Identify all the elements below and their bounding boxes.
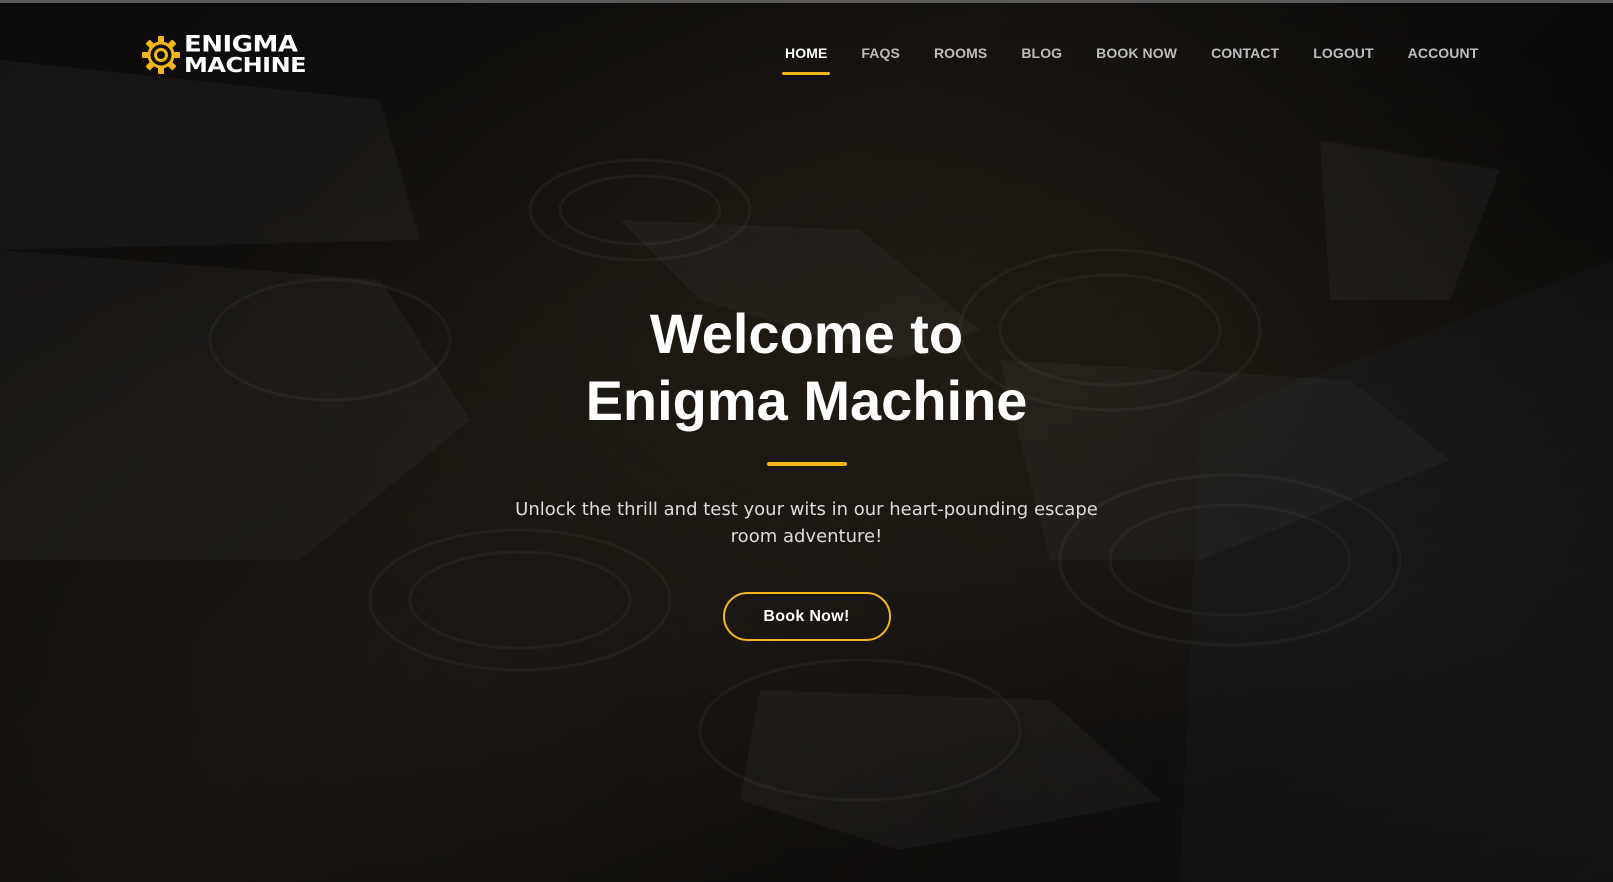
nav-rooms[interactable]: ROOMS xyxy=(934,45,987,61)
nav-contact[interactable]: CONTACT xyxy=(1211,45,1279,61)
nav-book-now[interactable]: BOOK NOW xyxy=(1096,45,1177,61)
top-border xyxy=(0,0,1613,3)
title-divider xyxy=(766,462,847,466)
page: ENIGMA MACHINE HOME FAQS ROOMS BLOG BOOK… xyxy=(0,0,1613,882)
nav-home[interactable]: HOME xyxy=(781,45,831,75)
hero-title-line1: Welcome to xyxy=(649,302,964,365)
gear-icon xyxy=(142,35,180,74)
nav-account[interactable]: ACCOUNT xyxy=(1408,45,1479,61)
main-nav: HOME FAQS ROOMS BLOG BOOK NOW CONTACT LO… xyxy=(781,45,1512,75)
hero-subtitle: Unlock the thrill and test your wits in … xyxy=(515,499,1098,547)
hero-title-line2: Enigma Machine xyxy=(585,369,1028,432)
nav-faqs[interactable]: FAQS xyxy=(861,45,900,61)
brand-name-line2: MACHINE xyxy=(184,53,307,78)
hero-title: Welcome to Enigma Machine xyxy=(507,300,1107,434)
brand-name: ENIGMA MACHINE xyxy=(184,32,307,78)
nav-logout[interactable]: LOGOUT xyxy=(1313,45,1373,61)
brand-logo[interactable]: ENIGMA MACHINE xyxy=(140,32,307,78)
nav-blog[interactable]: BLOG xyxy=(1021,45,1062,61)
book-now-button[interactable]: Book Now! xyxy=(722,592,891,641)
hero-section: Welcome to Enigma Machine Unlock the thr… xyxy=(0,300,1613,641)
